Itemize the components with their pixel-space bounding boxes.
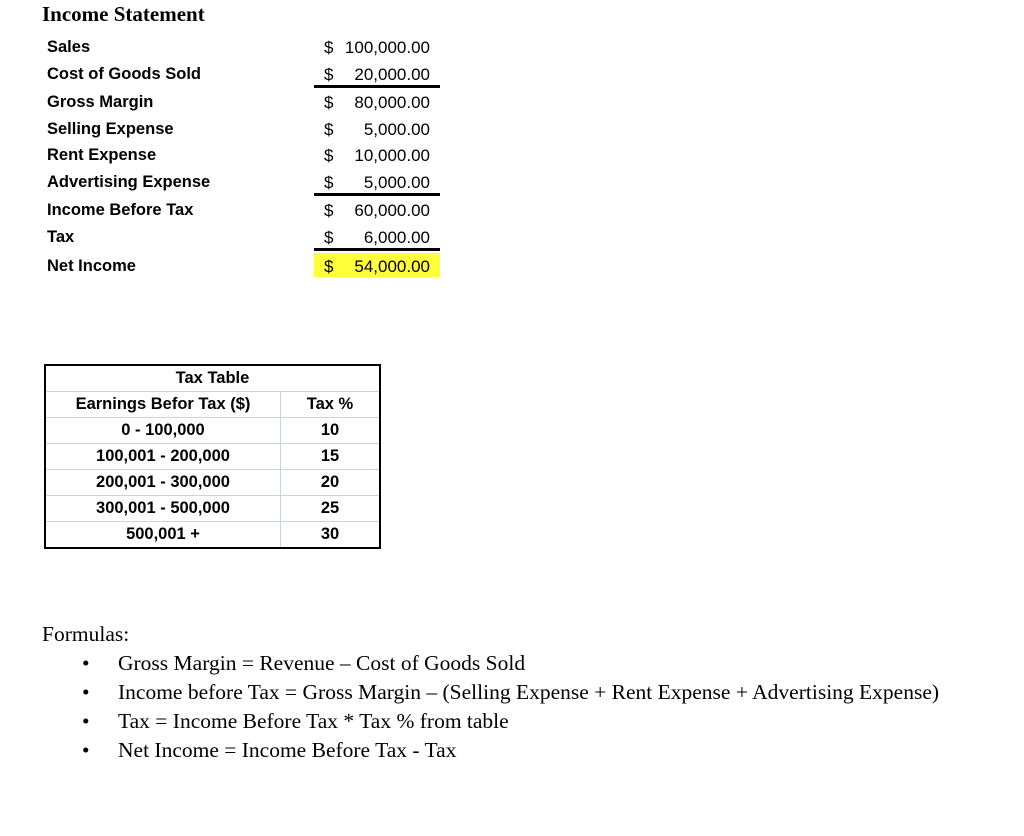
amount: 60,000.00 [354, 201, 430, 220]
amount: 6,000.00 [363, 228, 430, 247]
row-value: $20,000.00 [314, 61, 440, 88]
tax-table: Tax Table Earnings Befor Tax ($) Tax % 0… [44, 364, 381, 549]
row-label: Cost of Goods Sold [47, 65, 201, 83]
formula-text: Tax = Income Before Tax * Tax % from tab… [118, 709, 509, 733]
formula-text: Net Income = Income Before Tax - Tax [118, 738, 457, 762]
row-value: $100,000.00 [314, 34, 440, 58]
currency-symbol: $ [324, 146, 334, 165]
earnings-range: 0 - 100,000 [44, 417, 281, 444]
list-item: • Tax = Income Before Tax * Tax % from ta… [82, 707, 998, 736]
currency-symbol: $ [324, 257, 334, 276]
earnings-range: 100,001 - 200,000 [44, 443, 281, 470]
list-item: • Gross Margin = Revenue – Cost of Goods … [82, 649, 998, 678]
is-row-rent-expense: Rent Expense $10,000.00 [47, 142, 430, 168]
bullet-icon: • [82, 680, 90, 704]
amount: 5,000.00 [363, 173, 430, 192]
earnings-range: 300,001 - 500,000 [44, 495, 281, 522]
income-statement-title: Income Statement [42, 2, 205, 26]
tax-table-title: Tax Table [44, 364, 381, 392]
row-label: Net Income [47, 257, 136, 275]
row-label: Selling Expense [47, 120, 174, 138]
currency-symbol: $ [324, 201, 334, 220]
is-row-selling-expense: Selling Expense $5,000.00 [47, 116, 430, 142]
row-value: $5,000.00 [314, 116, 440, 140]
list-item: • Net Income = Income Before Tax - Tax [82, 736, 998, 765]
tax-percent: 20 [280, 469, 381, 496]
currency-symbol: $ [324, 228, 334, 247]
row-label: Income Before Tax [47, 201, 194, 219]
row-label: Advertising Expense [47, 173, 211, 191]
net-income-highlighted-value: $54,000.00 [314, 253, 440, 277]
amount: 54,000.00 [354, 257, 430, 276]
table-row: 300,001 - 500,000 25 [44, 495, 381, 522]
currency-symbol: $ [324, 120, 334, 139]
formulas-list: • Gross Margin = Revenue – Cost of Goods … [42, 649, 998, 765]
is-row-income-before-tax: Income Before Tax $60,000.00 [47, 197, 430, 223]
formula-text: Income before Tax = Gross Margin – (Sell… [118, 680, 940, 704]
is-row-gross-margin: Gross Margin $80,000.00 [47, 89, 430, 115]
earnings-range: 200,001 - 300,000 [44, 469, 281, 496]
row-value: $60,000.00 [314, 197, 440, 221]
currency-symbol: $ [324, 93, 334, 112]
amount: 5,000.00 [363, 120, 430, 139]
table-row: 500,001 + 30 [44, 521, 381, 549]
currency-symbol: $ [324, 38, 334, 57]
currency-symbol: $ [324, 65, 334, 84]
amount: 80,000.00 [354, 93, 430, 112]
tax-percent: 25 [280, 495, 381, 522]
is-row-tax: Tax $6,000.00 [47, 224, 440, 251]
tax-percent: 10 [280, 417, 381, 444]
row-label: Tax [47, 228, 75, 246]
row-value: $6,000.00 [314, 224, 440, 251]
amount: 10,000.00 [354, 146, 430, 165]
row-value: $5,000.00 [314, 169, 440, 196]
list-item: • Income before Tax = Gross Margin – (Sel… [82, 678, 998, 707]
row-label: Rent Expense [47, 146, 157, 164]
table-row: 200,001 - 300,000 20 [44, 469, 381, 496]
amount: 100,000.00 [344, 38, 430, 57]
amount: 20,000.00 [354, 65, 430, 84]
row-value: $10,000.00 [314, 142, 440, 166]
is-row-cogs: Cost of Goods Sold $20,000.00 [47, 61, 440, 88]
row-label: Sales [47, 38, 91, 56]
header-earnings: Earnings Befor Tax ($) [44, 391, 281, 418]
tax-percent: 15 [280, 443, 381, 470]
tax-table-header-row: Earnings Befor Tax ($) Tax % [44, 391, 381, 418]
table-row: 100,001 - 200,000 15 [44, 443, 381, 470]
formula-text: Gross Margin = Revenue – Cost of Goods S… [118, 651, 526, 675]
earnings-range: 500,001 + [44, 521, 281, 549]
is-row-advertising-expense: Advertising Expense $5,000.00 [47, 169, 440, 196]
row-value: $80,000.00 [314, 89, 440, 113]
currency-symbol: $ [324, 173, 334, 192]
formulas-section: Formulas: • Gross Margin = Revenue – Cost… [42, 620, 998, 765]
row-label: Gross Margin [47, 93, 154, 111]
formulas-heading: Formulas: [42, 622, 130, 646]
tax-table-title-row: Tax Table [44, 364, 381, 392]
is-row-net-income: Net Income $54,000.00 [47, 253, 440, 279]
bullet-icon: • [82, 738, 90, 762]
table-row: 0 - 100,000 10 [44, 417, 381, 444]
header-tax-percent: Tax % [280, 391, 381, 418]
bullet-icon: • [82, 651, 90, 675]
is-row-sales: Sales $100,000.00 [47, 34, 430, 60]
tax-percent: 30 [280, 521, 381, 549]
bullet-icon: • [82, 709, 90, 733]
